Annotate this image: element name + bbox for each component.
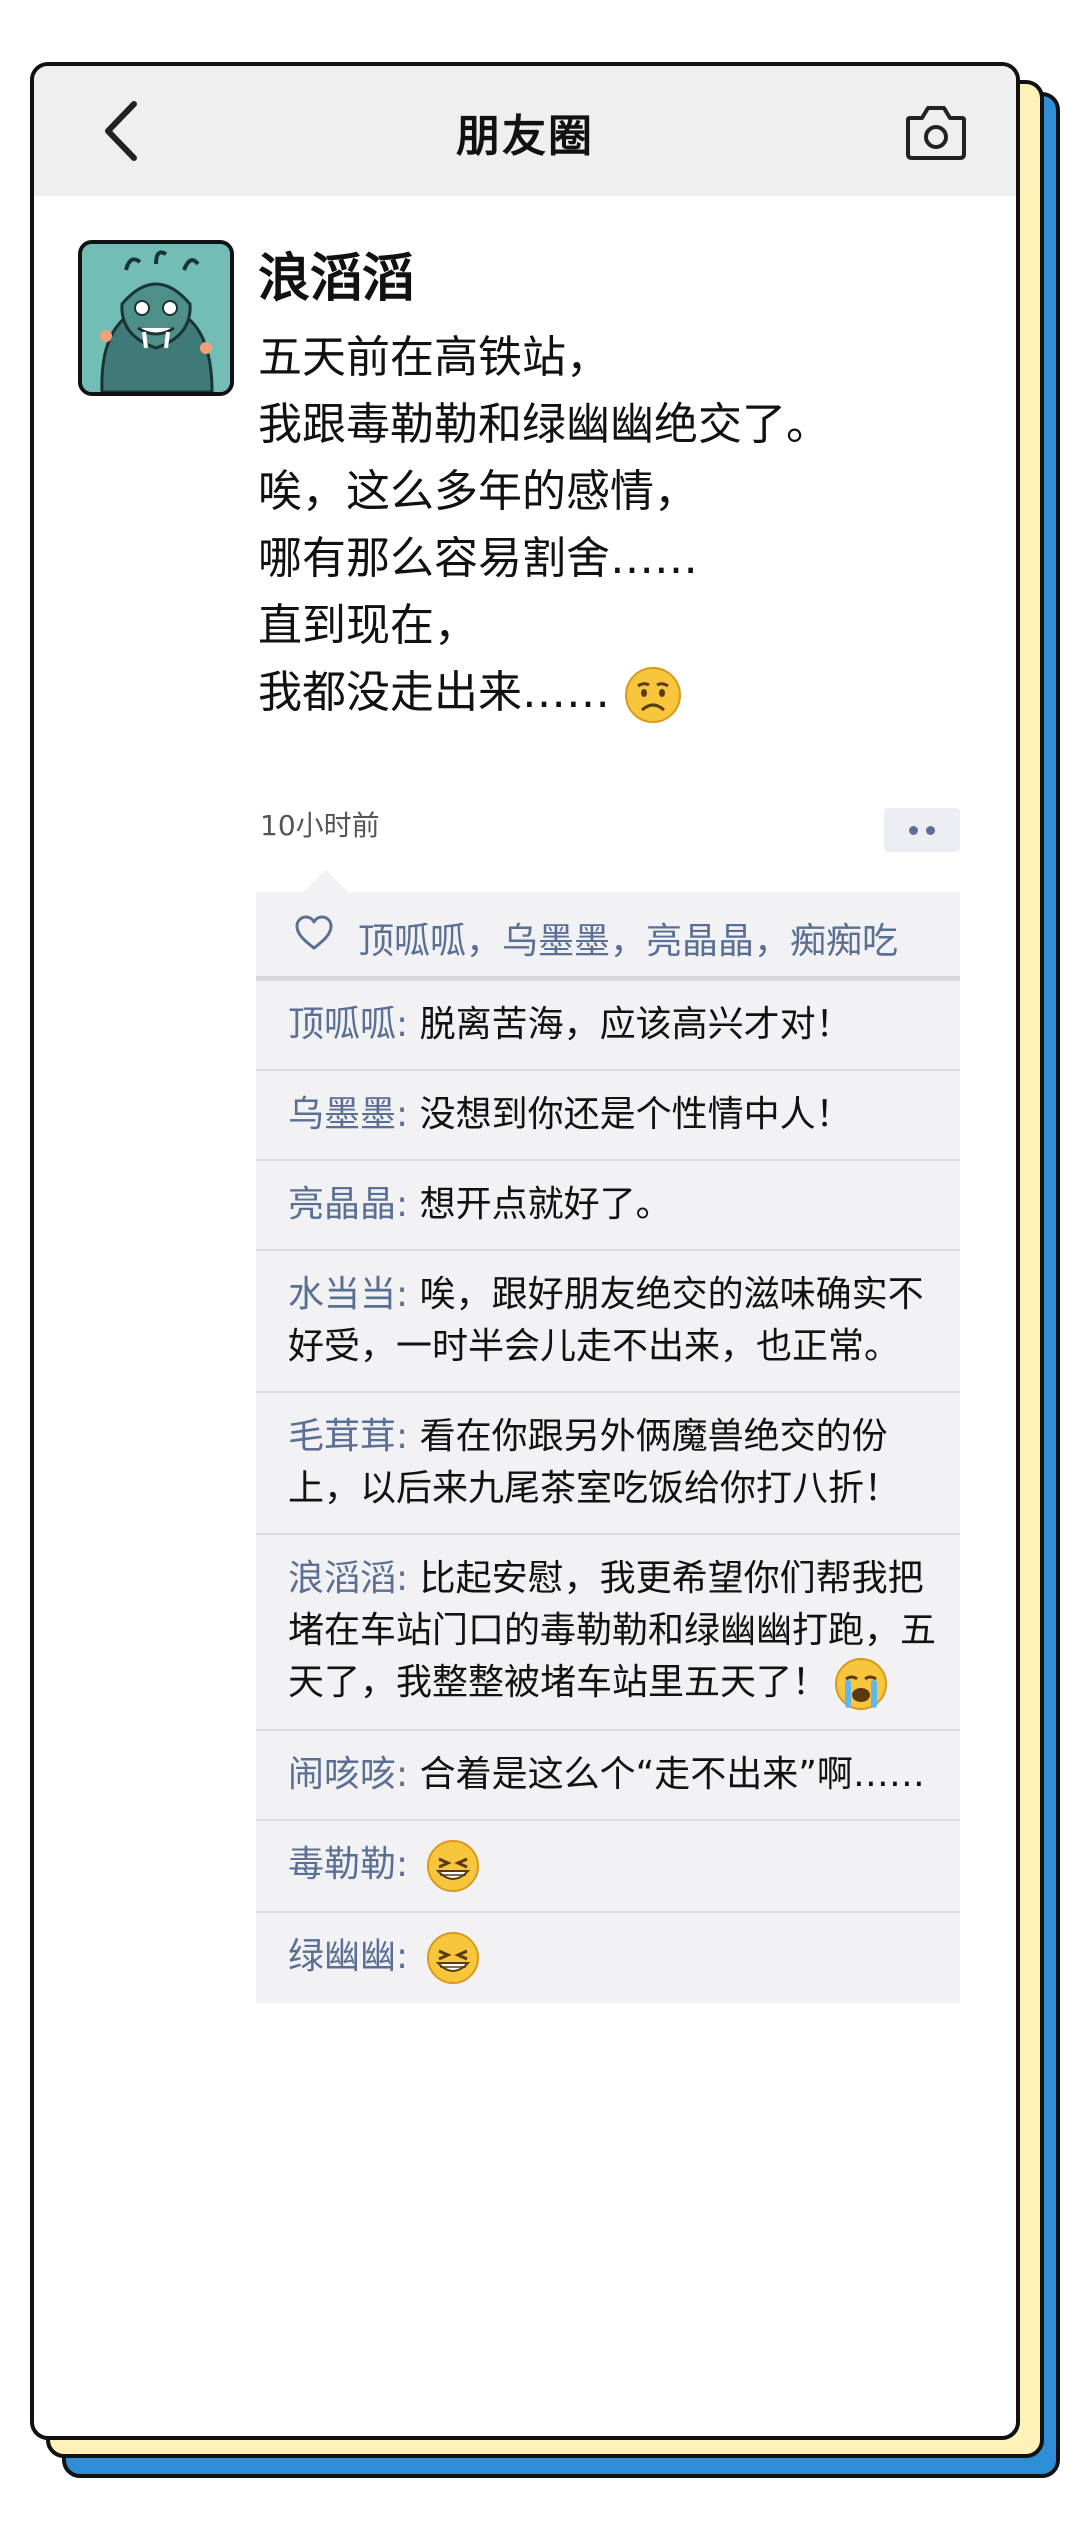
comment-colon: : xyxy=(396,1844,409,1885)
comment-text: 合着是这么个“走不出来”啊…… xyxy=(419,1754,925,1795)
comment-colon: : xyxy=(396,1936,409,1977)
avatar-image xyxy=(82,244,230,392)
camera-button[interactable] xyxy=(904,102,968,162)
comment-item[interactable]: 浪滔滔: 比起安慰，我更希望你们帮我把堵在车站门口的毒勒勒和绿幽幽打跑，五天了，… xyxy=(256,1533,960,1729)
comment-author[interactable]: 浪滔滔 xyxy=(288,1558,396,1599)
post-line: 唉，这么多年的感情， xyxy=(258,466,698,517)
crying-face-emoji-icon xyxy=(834,1657,888,1711)
comment-author[interactable]: 闹咳咳 xyxy=(288,1754,396,1795)
comment-colon: : xyxy=(396,1184,409,1225)
comment-item[interactable]: 水当当: 唉，跟好朋友绝交的滋味确实不好受，一时半会儿走不出来，也正常。 xyxy=(256,1249,960,1391)
likes-names[interactable]: 顶呱呱，乌墨墨，亮晶晶，痴痴吃 xyxy=(358,912,898,964)
sad-face-emoji-icon xyxy=(624,666,682,724)
post-line: 我跟毒勒勒和绿幽幽绝交了。 xyxy=(258,399,830,450)
heart-outline-icon xyxy=(295,915,333,950)
avatar[interactable] xyxy=(78,240,234,396)
comment-author[interactable]: 水当当 xyxy=(288,1274,396,1315)
grinning-face-emoji-icon xyxy=(426,1839,480,1893)
dot-icon xyxy=(909,826,918,835)
navbar: 朋友圈 xyxy=(34,66,1016,196)
likes-row: 顶呱呱，乌墨墨，亮晶晶，痴痴吃 xyxy=(256,892,960,979)
comment-item[interactable]: 绿幽幽: xyxy=(256,1911,960,2003)
post-last-line: 我都没走出来…… xyxy=(258,659,958,726)
comment-item[interactable]: 乌墨墨: 没想到你还是个性情中人！ xyxy=(256,1069,960,1159)
post-text: 五天前在高铁站， 我跟毒勒勒和绿幽幽绝交了。 唉，这么多年的感情， 哪有那么容易… xyxy=(258,324,958,726)
comment-text: 脱离苦海，应该高兴才对！ xyxy=(419,1004,852,1045)
comment-item[interactable]: 顶呱呱: 脱离苦海，应该高兴才对！ xyxy=(256,979,960,1069)
page-title: 朋友圈 xyxy=(456,111,594,162)
comment-author[interactable]: 毛茸茸 xyxy=(288,1416,396,1457)
comment-author[interactable]: 绿幽幽 xyxy=(288,1936,396,1977)
dot-icon xyxy=(926,826,935,835)
comment-author[interactable]: 毒勒勒 xyxy=(288,1844,396,1885)
comment-colon: : xyxy=(396,1094,409,1135)
comment-item[interactable]: 亮晶晶: 想开点就好了。 xyxy=(256,1159,960,1249)
camera-icon xyxy=(906,106,966,160)
comment-colon: : xyxy=(396,1416,409,1457)
post-time: 10小时前 xyxy=(260,809,380,842)
post-line: 我都没走出来…… xyxy=(258,667,610,718)
comment-item[interactable]: 毛茸茸: 看在你跟另外俩魔兽绝交的份上，以后来九尾茶室吃饭给你打八折！ xyxy=(256,1391,960,1533)
comment-colon: : xyxy=(396,1274,409,1315)
grinning-face-emoji-icon xyxy=(426,1931,480,1985)
post-line: 哪有那么容易割舍…… xyxy=(258,533,698,584)
comment-item[interactable]: 闹咳咳: 合着是这么个“走不出来”啊…… xyxy=(256,1729,960,1819)
comment-author[interactable]: 乌墨墨 xyxy=(288,1094,396,1135)
post-author[interactable]: 浪滔滔 xyxy=(258,236,414,311)
comment-item[interactable]: 毒勒勒: xyxy=(256,1819,960,1911)
comment-author[interactable]: 顶呱呱 xyxy=(288,1004,396,1045)
feedback-panel: 顶呱呱，乌墨墨，亮晶晶，痴痴吃 顶呱呱: 脱离苦海，应该高兴才对！ 乌墨墨: 没… xyxy=(256,870,960,2003)
comment-colon: : xyxy=(396,1004,409,1045)
moments-card: 朋友圈 浪滔滔 五天前在高铁站， 我跟毒勒勒和绿幽幽绝交了。 唉，这么多年的感情… xyxy=(30,62,1020,2440)
comment-text: 想开点就好了。 xyxy=(419,1184,672,1225)
post-line: 直到现在， xyxy=(258,600,478,651)
comment-text: 没想到你还是个性情中人！ xyxy=(419,1094,852,1135)
post-line: 五天前在高铁站， xyxy=(258,332,610,383)
more-actions-button[interactable] xyxy=(884,808,960,852)
comment-author[interactable]: 亮晶晶 xyxy=(288,1184,396,1225)
comment-colon: : xyxy=(396,1558,409,1599)
comment-colon: : xyxy=(396,1754,409,1795)
